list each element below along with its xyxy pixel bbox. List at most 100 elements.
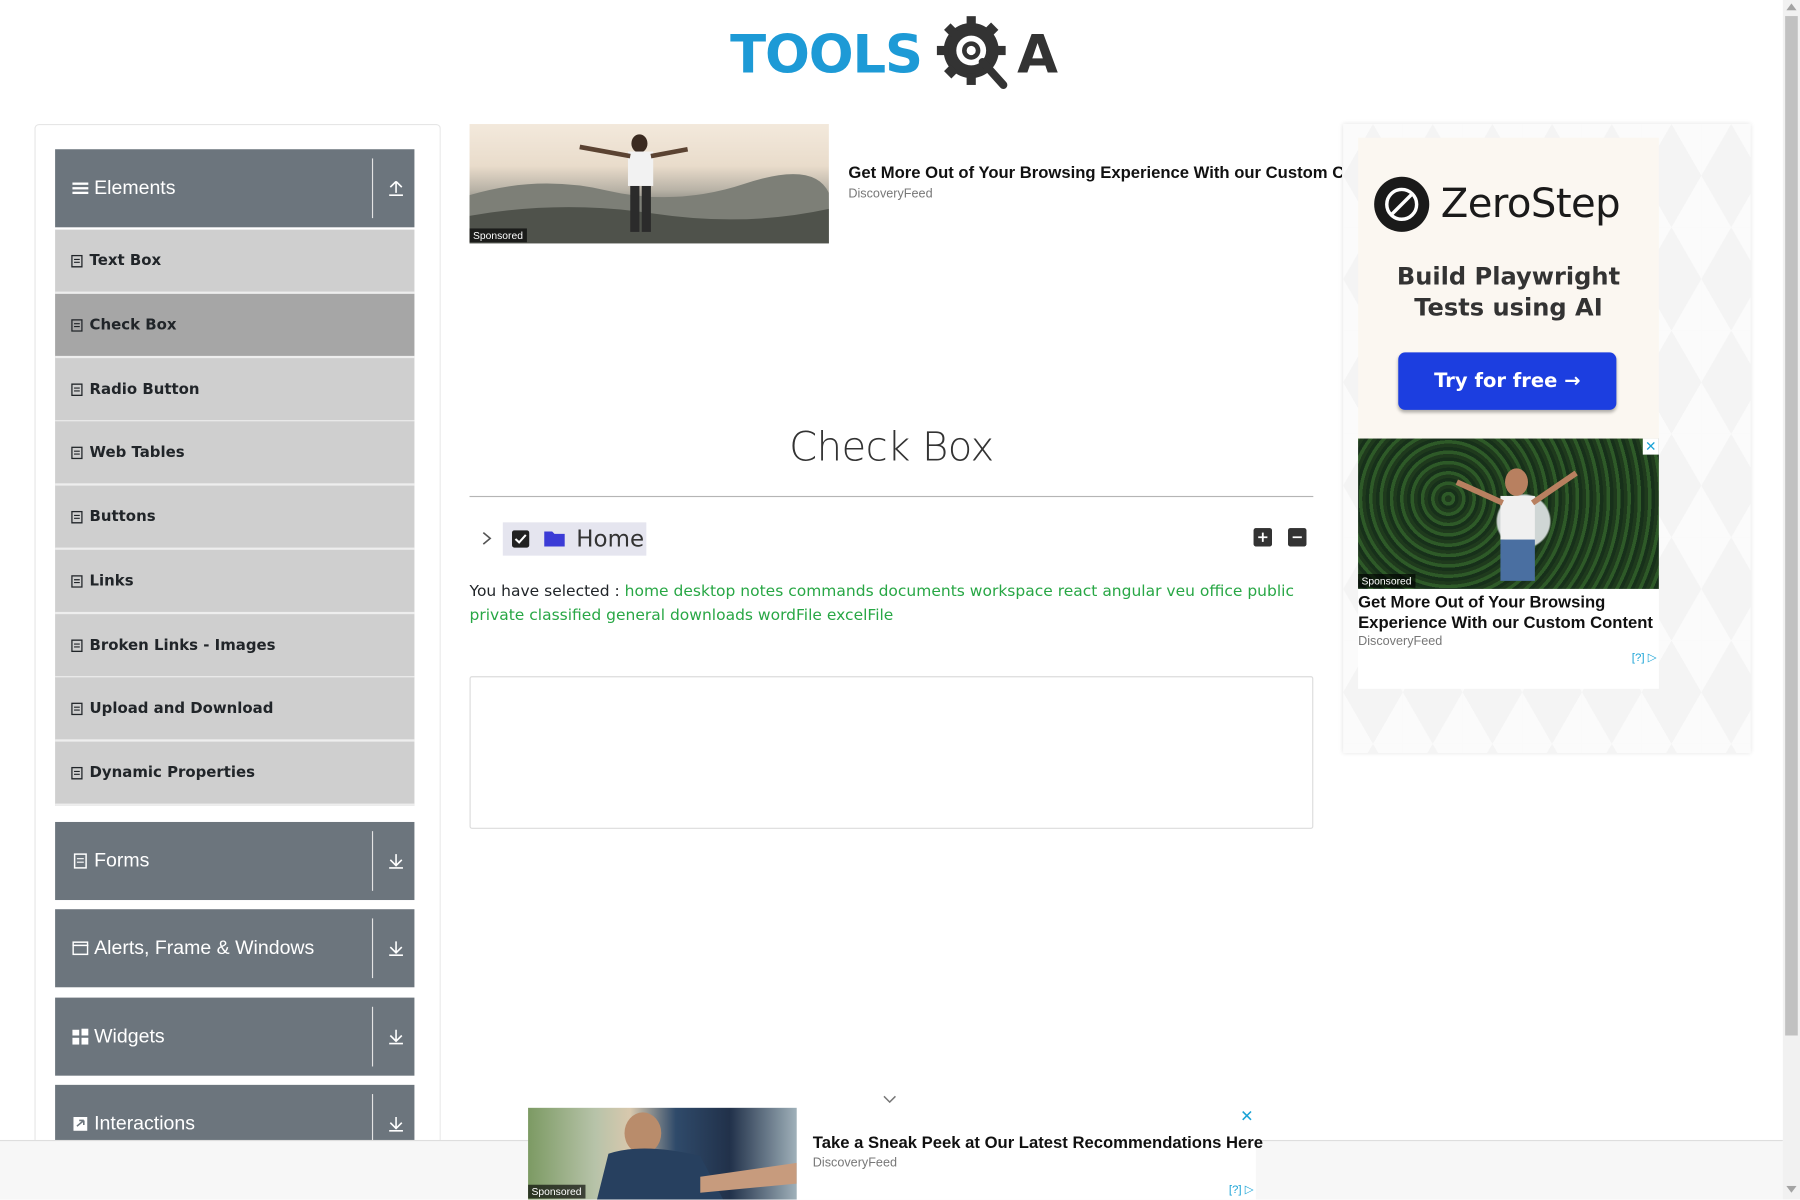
person-jumping-illustration — [1455, 468, 1578, 581]
top-ad[interactable]: Sponsored Get More Out of Your Browsing … — [469, 123, 1342, 246]
bottom-ad[interactable]: Sponsored Take a Sneak Peek at Our Lates… — [528, 1107, 1263, 1200]
item-icon — [71, 638, 83, 652]
tree-node-row: Home — [470, 522, 1314, 556]
logo-text: TOOLS — [730, 22, 923, 85]
gear-magnifier-icon — [936, 16, 1008, 89]
ad-title[interactable]: Get More Out of Your Browsing Experience… — [848, 164, 1342, 182]
divider — [371, 918, 374, 979]
ad-image[interactable]: Sponsored ✕ — [1358, 438, 1659, 589]
result-prefix: You have selected : — [469, 582, 620, 601]
ad-source[interactable]: DiscoveryFeed — [1358, 635, 1442, 649]
selected-item: react — [1057, 582, 1098, 601]
selected-item: downloads — [669, 606, 753, 625]
adchoices-icon[interactable]: [?] ▷ — [1632, 652, 1657, 665]
group-title: Forms — [94, 849, 150, 872]
sidebar-item-label: Broken Links - Images — [89, 636, 276, 654]
ad-image[interactable]: Sponsored — [469, 123, 829, 244]
item-icon — [71, 318, 83, 332]
ad-info-label[interactable]: [?] — [1229, 1184, 1242, 1197]
group-title: Alerts, Frame & Windows — [94, 936, 315, 959]
sponsored-label: Sponsored — [528, 1184, 585, 1199]
interactions-icon — [73, 1117, 88, 1131]
item-icon — [71, 382, 83, 396]
scrollbar-thumb[interactable] — [1785, 16, 1798, 1036]
group-forms[interactable]: Forms — [55, 821, 415, 901]
close-icon[interactable]: ✕ — [1642, 438, 1659, 455]
sidebar-item-dynamic-properties[interactable]: Dynamic Properties — [55, 741, 415, 806]
sidebar-item-label: Text Box — [89, 251, 162, 270]
collapse-arrow-icon[interactable] — [388, 179, 404, 197]
sidebar-item-label: Dynamic Properties — [89, 763, 256, 782]
close-icon[interactable]: ✕ — [1240, 1108, 1253, 1126]
hamburger-icon — [72, 182, 89, 195]
group-widgets[interactable]: Widgets — [55, 997, 415, 1076]
sidebar-item-buttons[interactable]: Buttons — [55, 485, 415, 550]
chevron-right-icon[interactable] — [479, 530, 495, 546]
selected-item: angular — [1102, 582, 1162, 601]
scrollbar[interactable] — [1782, 0, 1800, 1200]
sidebar-item-check-box[interactable]: Check Box — [55, 293, 415, 359]
output-panel — [469, 676, 1314, 829]
sponsored-label: Sponsored — [1358, 574, 1415, 588]
ad-title[interactable]: Take a Sneak Peek at Our Latest Recommen… — [813, 1134, 1263, 1152]
document-icon — [73, 853, 87, 869]
chevron-down-icon[interactable] — [882, 1094, 898, 1105]
ad-info-label[interactable]: [?] — [1632, 652, 1645, 665]
scroll-down-icon[interactable] — [1786, 1185, 1797, 1193]
page-title: Check Box — [789, 424, 994, 471]
selected-item: private — [469, 606, 525, 625]
ad-source[interactable]: DiscoveryFeed — [813, 1156, 897, 1170]
group-title: Widgets — [94, 1025, 165, 1047]
sidebar-item-links[interactable]: Links — [55, 549, 415, 615]
group-alerts[interactable]: Alerts, Frame & Windows — [55, 909, 415, 988]
adchoices-icon[interactable]: [?] ▷ — [1229, 1184, 1254, 1197]
ad-card[interactable]: Sponsored ✕ Get More Out of Your Browsin… — [1358, 438, 1659, 689]
group-title: Interactions — [94, 1112, 196, 1135]
selected-item: classified — [529, 606, 602, 625]
collapse-all-button[interactable] — [1288, 528, 1307, 547]
selected-item: desktop — [673, 582, 736, 601]
selected-item: public — [1247, 582, 1294, 601]
selected-item: notes — [740, 582, 784, 601]
window-icon — [72, 941, 89, 956]
group-elements[interactable]: Elements — [55, 149, 415, 228]
divider — [371, 831, 374, 891]
toolsqa-logo[interactable]: TOOLS A — [730, 16, 1063, 92]
sidebar-item-web-tables[interactable]: Web Tables — [55, 421, 415, 486]
checkbox-checked-icon[interactable] — [512, 530, 530, 548]
sidebar-item-broken-links-images[interactable]: Broken Links - Images — [55, 614, 415, 679]
item-icon — [71, 766, 83, 779]
item-icon — [71, 702, 83, 715]
expand-arrow-icon[interactable] — [388, 852, 404, 870]
sidebar-item-label: Radio Button — [89, 380, 200, 398]
zerostep-ad[interactable]: ZeroStep Build Playwright Tests using AI… — [1358, 137, 1659, 439]
sponsored-label: Sponsored — [469, 228, 527, 243]
sidebar-item-label: Web Tables — [89, 443, 185, 461]
try-for-free-button[interactable]: Try for free → — [1398, 352, 1617, 410]
sidebar-item-upload-and-download[interactable]: Upload and Download — [55, 677, 415, 742]
expand-arrow-icon[interactable] — [388, 1115, 404, 1133]
ad-source[interactable]: DiscoveryFeed — [848, 187, 932, 201]
expand-arrow-icon[interactable] — [388, 1027, 404, 1045]
selected-item: commands — [788, 582, 874, 601]
sidebar-item-label: Check Box — [89, 316, 177, 334]
item-icon — [71, 510, 83, 523]
right-ad[interactable]: ZeroStep Build Playwright Tests using AI… — [1343, 123, 1751, 754]
tree-node-home[interactable]: Home — [502, 522, 647, 556]
divider — [371, 1006, 374, 1067]
item-icon — [71, 574, 83, 588]
sidebar-item-text-box[interactable]: Text Box — [55, 229, 415, 294]
tree-node-label: Home — [576, 524, 645, 553]
expand-arrow-icon[interactable] — [388, 939, 404, 957]
sidebar-item-radio-button[interactable]: Radio Button — [55, 358, 415, 423]
scroll-up-icon[interactable] — [1786, 3, 1797, 11]
ad-image[interactable]: Sponsored — [528, 1107, 797, 1200]
ad-tagline: Build Playwright Tests using AI — [1396, 262, 1621, 322]
mountain-person-illustration — [469, 134, 829, 244]
sidebar-item-label: Buttons — [89, 507, 156, 526]
sidebar-item-label: Links — [89, 572, 134, 590]
ad-title[interactable]: Get More Out of Your Browsing Experience… — [1358, 592, 1659, 633]
expand-all-button[interactable] — [1253, 528, 1272, 547]
item-icon — [71, 445, 83, 459]
grid-icon — [72, 1028, 89, 1045]
